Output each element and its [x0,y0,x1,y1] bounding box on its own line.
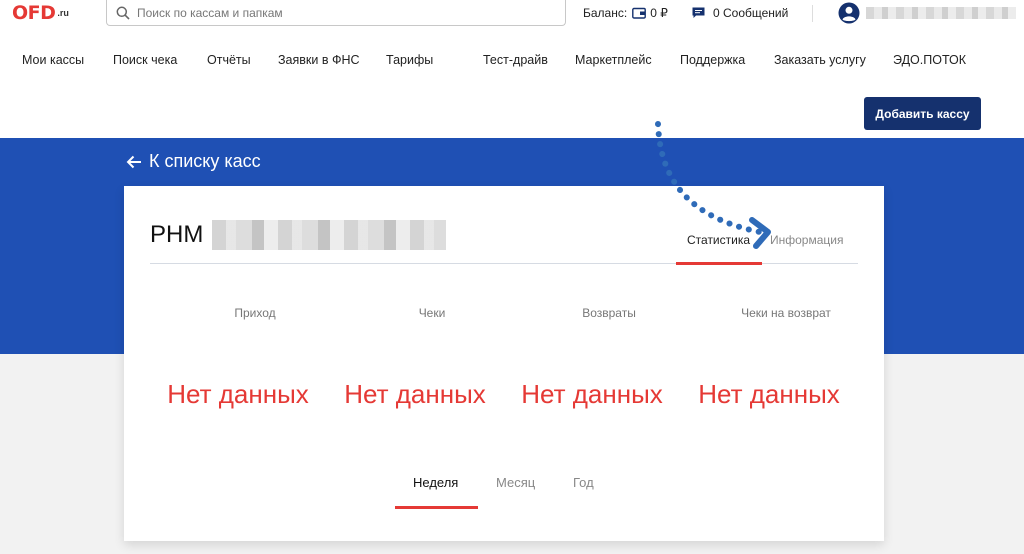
stat-label-returns: Возвраты [582,306,636,320]
nav-order-service[interactable]: Заказать услугу [774,53,866,67]
balance[interactable]: Баланс: 0 ₽ [583,6,668,20]
nav-reports[interactable]: Отчёты [207,53,251,67]
top-bar: OFD .ru Баланс: 0 ₽ 0 Сообщений [0,0,1024,26]
logo-sub-text: .ru [57,8,69,18]
main-nav: Мои кассы Поиск чека Отчёты Заявки в ФНС… [0,26,1024,138]
messages-count: 0 Сообщений [713,6,789,20]
tab-statistics[interactable]: Статистика [687,233,750,247]
nav-tariffs[interactable]: Тарифы [386,53,433,67]
nav-test-drive[interactable]: Тест-драйв [483,53,548,67]
active-period-indicator [395,506,478,509]
balance-label: Баланс: [583,6,628,20]
kkt-title-label: РНМ [150,221,204,248]
period-year[interactable]: Год [573,475,594,490]
stat-value-return-receipts: Нет данных [698,379,840,409]
kkt-title: РНМ [150,220,447,250]
stat-label-return-receipts: Чеки на возврат [741,306,831,320]
wallet-icon [632,7,647,19]
nav-my-kkt[interactable]: Мои кассы [22,53,84,67]
stat-label-receipts: Чеки [418,306,446,320]
logo-main-text: OFD [12,2,56,24]
back-link-label: К списку касс [149,151,261,171]
tab-information[interactable]: Информация [770,233,843,247]
kkt-card: РНМ Статистика Информация Приход Чеки Во… [124,186,884,541]
user-avatar-icon [838,2,860,24]
nav-marketplace[interactable]: Маркетплейс [575,53,652,67]
header-divider [812,5,813,22]
stat-value-returns: Нет данных [521,379,663,409]
active-tab-indicator [676,262,762,265]
nav-support[interactable]: Поддержка [680,53,745,67]
add-kkt-button[interactable]: Добавить кассу [864,97,981,130]
message-icon [692,7,705,18]
kkt-number-redacted [212,220,447,250]
search-box[interactable] [106,0,566,26]
balance-value: 0 ₽ [650,6,668,20]
ofd-logo[interactable]: OFD .ru [12,3,69,23]
stat-value-receipts: Нет данных [344,379,486,409]
nav-fns-requests[interactable]: Заявки в ФНС [278,53,360,67]
user-name-redacted [866,7,1016,19]
period-month[interactable]: Месяц [496,475,535,490]
search-icon [116,6,130,20]
messages[interactable]: 0 Сообщений [692,6,788,20]
arrow-left-icon [126,155,141,168]
period-week[interactable]: Неделя [413,475,458,490]
user-menu[interactable] [838,2,1016,24]
back-to-list-link[interactable]: К списку касс [126,151,261,172]
nav-edo-potok[interactable]: ЭДО.ПОТОК [893,53,966,67]
nav-receipt-search[interactable]: Поиск чека [113,53,177,67]
stat-label-income: Приход [234,306,276,320]
search-input[interactable] [137,5,537,20]
stat-value-income: Нет данных [167,379,309,409]
